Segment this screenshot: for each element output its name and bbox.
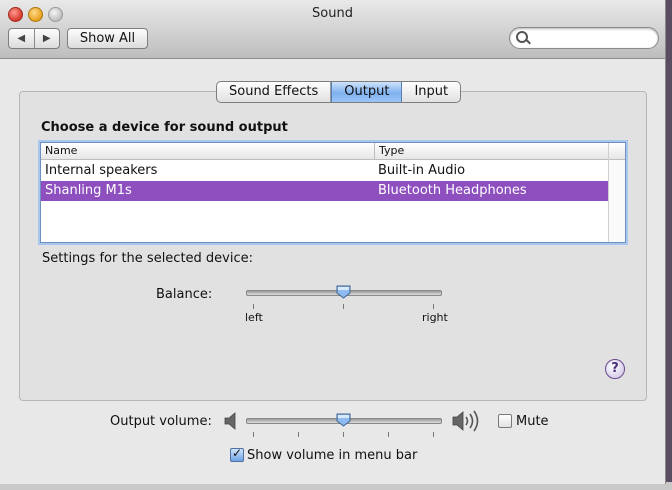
table-scroll-column [608,143,625,242]
volume-tick [253,432,254,437]
column-header-name[interactable]: Name [45,144,77,157]
balance-tick-center [343,304,344,309]
tab-input[interactable]: Input [402,82,460,102]
volume-tick [298,432,299,437]
device-list-heading: Choose a device for sound output [41,120,288,135]
device-type: Bluetooth Headphones [378,183,527,198]
speaker-low-icon[interactable] [224,412,240,430]
output-volume-label: Output volume: [110,414,212,429]
volume-tick [388,432,389,437]
tab-content-panel [19,91,647,401]
column-header-type[interactable]: Type [379,144,404,157]
speaker-high-icon[interactable] [452,410,482,432]
balance-slider-thumb[interactable] [336,285,351,299]
title-bar: Sound ◀ ▶ Show All [0,0,665,59]
show-all-button[interactable]: Show All [67,28,148,49]
device-table: Name Type Internal speakers Built-in Aud… [40,142,626,243]
device-name: Internal speakers [45,163,158,178]
column-divider [374,143,375,159]
help-button[interactable]: ? [605,359,625,379]
device-type: Built-in Audio [378,163,466,178]
table-header: Name Type [41,143,625,160]
sound-preferences-window: Sound ◀ ▶ Show All Sound Effects Output … [0,0,666,484]
balance-left-label: left [245,311,263,324]
tab-output[interactable]: Output [331,82,403,102]
settings-label: Settings for the selected device: [42,251,254,266]
mute-checkbox[interactable] [498,414,512,428]
tab-sound-effects[interactable]: Sound Effects [217,82,332,102]
balance-label: Balance: [156,287,213,302]
nav-buttons: ◀ ▶ [8,28,60,49]
tab-bar: Sound Effects Output Input [216,81,462,103]
table-row[interactable]: Internal speakers Built-in Audio [41,161,608,181]
balance-tick-right [433,304,434,309]
volume-tick [343,432,344,437]
balance-tick-left [253,304,254,309]
forward-button[interactable]: ▶ [35,29,60,48]
search-icon [516,31,528,43]
balance-right-label: right [422,311,448,324]
window-title: Sound [312,6,353,21]
search-field[interactable] [509,27,659,49]
device-name: Shanling M1s [45,183,132,198]
show-volume-checkbox[interactable] [230,446,244,462]
back-button[interactable]: ◀ [9,29,35,48]
show-volume-label[interactable]: Show volume in menu bar [247,448,417,463]
volume-slider-thumb[interactable] [336,413,351,427]
volume-tick [433,432,434,437]
table-row-selected[interactable]: Shanling M1s Bluetooth Headphones [41,181,608,201]
mute-label[interactable]: Mute [516,414,549,429]
